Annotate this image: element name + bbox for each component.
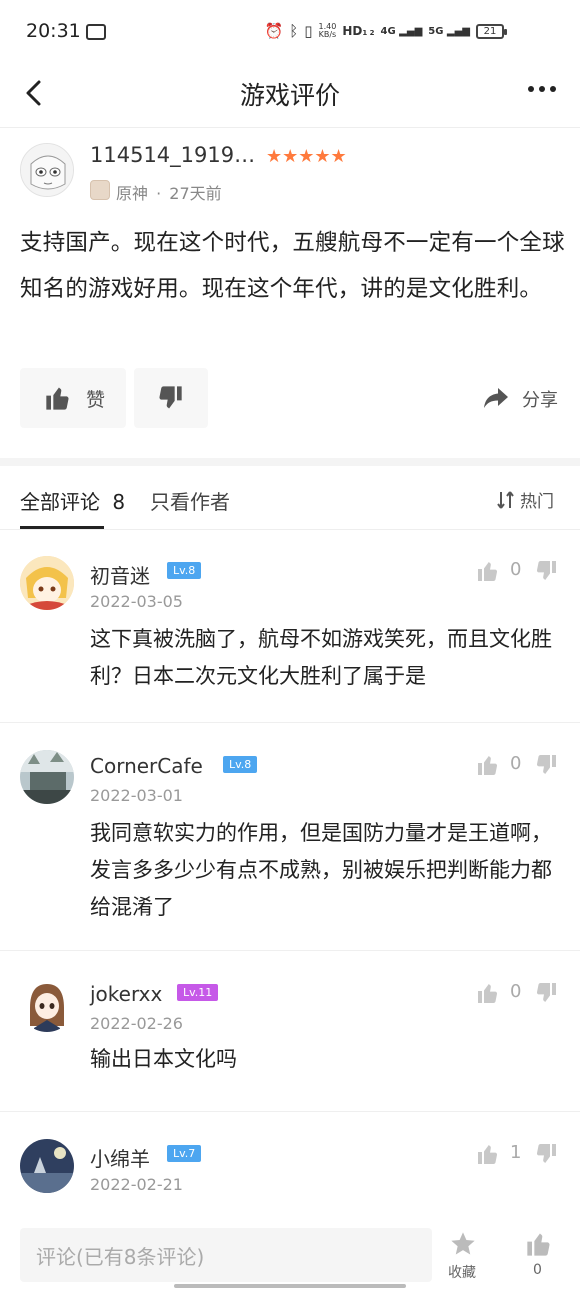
sig2-text: 5G: [428, 25, 444, 37]
review-time: 27天前: [169, 184, 222, 203]
battery-level: 21: [483, 26, 497, 37]
comment-date: 2022-03-01: [90, 786, 183, 805]
hd-text: HD: [342, 24, 363, 38]
level-badge: Lv.8: [223, 756, 258, 773]
divider: [0, 722, 580, 723]
status-icons: ⏰ ᛒ ▯ 1.40 KB/s HD1 2 4G ▂▄▆ 5G ▂▄▆: [265, 22, 470, 40]
net-speed-unit: KB/s: [318, 30, 337, 39]
battery-icon: 21: [476, 24, 507, 39]
bluetooth-icon: ᛒ: [289, 22, 299, 40]
divider: [0, 1111, 580, 1112]
divider: [0, 127, 580, 128]
commenter-name[interactable]: 初音迷: [90, 560, 150, 589]
commenter-avatar[interactable]: [20, 978, 74, 1032]
comment-like-count: 0: [510, 559, 522, 580]
bottom-like-icon[interactable]: [524, 1230, 554, 1258]
commenter-avatar[interactable]: [20, 750, 74, 804]
page-title: 游戏评价: [239, 81, 340, 110]
like-button[interactable]: [20, 368, 126, 428]
more-options-icon[interactable]: [528, 86, 556, 92]
alarm-icon: ⏰: [264, 22, 284, 40]
game-name[interactable]: 原神: [116, 184, 148, 203]
comment-text: 我同意软实力的作用，但是国防力量才是王道啊，发言多多少少有点不成熟，别被娱乐把判…: [90, 821, 552, 919]
favorite-star-icon[interactable]: [448, 1230, 478, 1258]
comment-like-icon[interactable]: [476, 981, 500, 1005]
comment-input-placeholder: 评论(已有8条评论): [36, 1245, 205, 1269]
divider: [0, 529, 580, 530]
home-indicator[interactable]: [174, 1284, 406, 1288]
divider: [0, 950, 580, 951]
signal-5g: 5G ▂▄▆: [428, 25, 470, 37]
share-icon[interactable]: [482, 385, 510, 411]
thumbs-down-icon: [159, 386, 182, 409]
comment-like-count: 1: [510, 1142, 522, 1163]
comment-like-count: 0: [510, 981, 522, 1002]
review-body: 支持国产。现在这个时代，五艘航母不一定有一个全球知名的游戏好用。现在这个年代，讲…: [20, 230, 565, 302]
net-speed: 1.40 KB/s: [319, 23, 337, 39]
comment-date: 2022-02-26: [90, 1014, 183, 1033]
sort-button[interactable]: 热门: [496, 487, 554, 512]
sort-icon: [497, 490, 514, 509]
review-meta: 原神 · 27天前: [116, 180, 222, 204]
sort-label: 热门: [520, 492, 554, 512]
level-badge: Lv.8: [167, 562, 202, 579]
favorite-label[interactable]: 收藏: [448, 1262, 476, 1282]
comment-like-icon[interactable]: [476, 753, 500, 777]
review-author-name[interactable]: 114514_1919…: [90, 143, 255, 167]
like-label: 赞: [86, 389, 106, 411]
share-label[interactable]: 分享: [522, 386, 558, 412]
commenter-name[interactable]: CornerCafe: [90, 754, 203, 778]
bottom-like-count: 0: [533, 1262, 542, 1278]
comment-like-icon[interactable]: [476, 1142, 500, 1166]
tab-all-label: 全部评论: [20, 490, 100, 514]
commenter-name[interactable]: jokerxx: [90, 982, 162, 1006]
review-author-avatar[interactable]: [20, 143, 74, 197]
tab-all-count: 8: [112, 490, 126, 514]
comment-dislike-icon[interactable]: [534, 753, 558, 777]
game-icon: [90, 180, 110, 200]
comment-date: 2022-03-05: [90, 592, 183, 611]
status-time: 20:31: [26, 20, 81, 42]
level-badge: Lv.11: [177, 984, 219, 1001]
hd-badge: HD1 2: [342, 24, 374, 38]
comment-text: 这下真被洗脑了，航母不如游戏笑死，而且文化胜利？日本二次元文化大胜利了属于是: [90, 627, 552, 688]
comment-like-icon[interactable]: [476, 559, 500, 583]
comment-dislike-icon[interactable]: [534, 981, 558, 1005]
vibrate-icon: ▯: [304, 22, 313, 40]
tab-all-comments[interactable]: 全部评论 8: [20, 486, 125, 515]
tab-author-only[interactable]: 只看作者: [150, 486, 230, 515]
sig1-text: 4G: [380, 25, 396, 37]
meta-separator: ·: [156, 184, 162, 203]
section-divider: [0, 458, 580, 466]
comment-dislike-icon[interactable]: [534, 1142, 558, 1166]
rating-stars: ★★★★★: [266, 146, 347, 167]
signal-4g: 4G ▂▄▆: [380, 25, 423, 37]
comment-like-count: 0: [510, 753, 522, 774]
level-badge: Lv.7: [167, 1145, 202, 1162]
notification-icon: [86, 24, 106, 40]
commenter-name[interactable]: 小绵羊: [90, 1143, 150, 1172]
commenter-avatar[interactable]: [20, 1139, 74, 1193]
star-icon: ★★★★★: [266, 146, 347, 167]
hd-sub: 1 2: [362, 29, 375, 37]
commenter-avatar[interactable]: [20, 556, 74, 610]
comment-dislike-icon[interactable]: [534, 559, 558, 583]
comment-text: 输出日本文化吗: [90, 1047, 237, 1071]
comment-date: 2022-02-21: [90, 1175, 183, 1194]
thumbs-up-icon: [46, 387, 69, 410]
